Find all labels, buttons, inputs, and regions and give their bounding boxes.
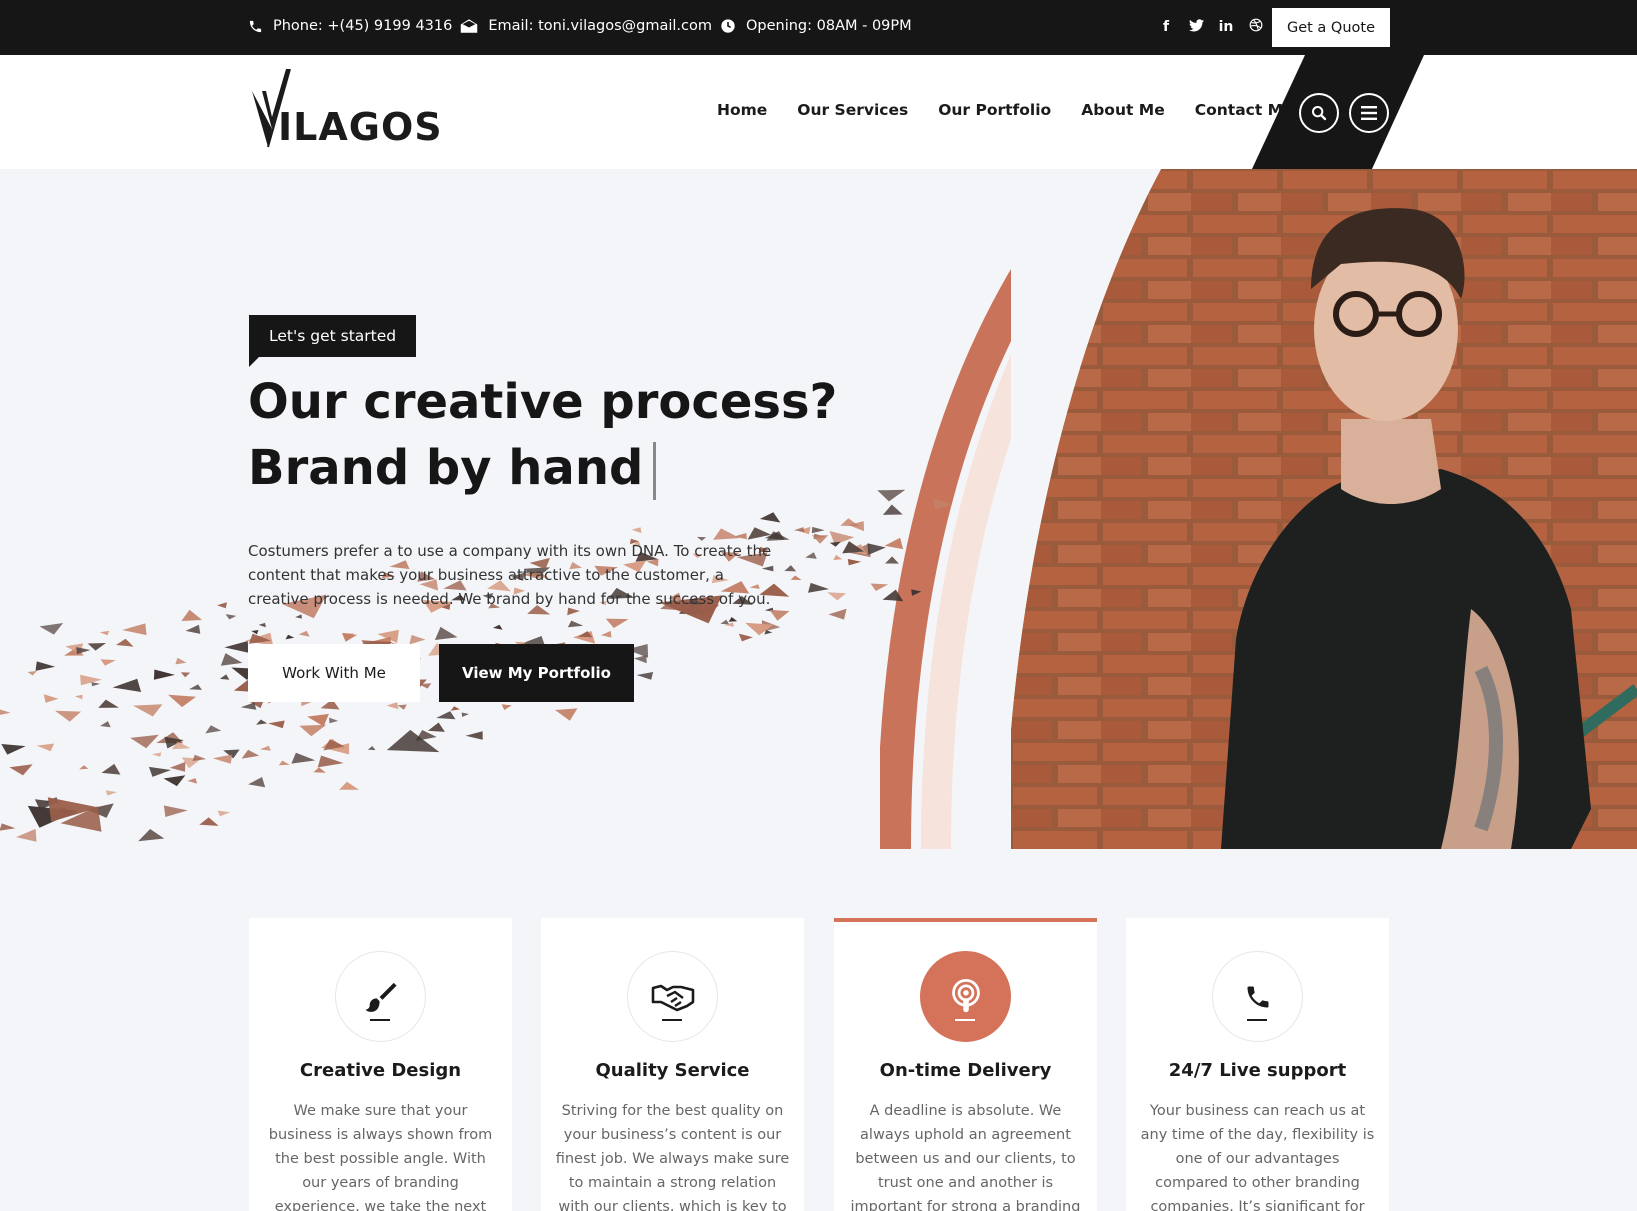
feature-title: Quality Service [595,1060,750,1081]
hero-title: Our creative process? Brand by hand [248,369,837,501]
top-bar: Phone: +(45) 9199 4316 Email: toni.vilag… [0,0,1637,55]
icon-underline [1247,1019,1267,1021]
search-button[interactable] [1299,93,1339,133]
feature-title: 24/7 Live support [1168,1060,1347,1081]
feature-icon-circle [335,951,426,1042]
logo[interactable]: ILAGOS [250,69,442,155]
feature-title: Creative Design [299,1060,462,1081]
hero-title-line2: Brand by hand [248,440,644,496]
feature-text: Striving for the best quality on your bu… [555,1103,790,1211]
handshake-icon [651,984,694,1011]
feature-text: We make sure that your business is alway… [268,1103,493,1211]
email-text: Email: toni.vilagos@gmail.com [488,18,712,34]
nav-about-me[interactable]: About Me [1081,101,1165,119]
feature-icon-circle [920,951,1011,1042]
nav-home[interactable]: Home [717,101,767,119]
dribbble-icon[interactable] [1248,18,1264,36]
menu-button[interactable] [1349,93,1389,133]
icon-underline [370,1019,390,1021]
view-portfolio-button[interactable]: View My Portfolio [439,644,634,702]
hero-badge: Let's get started [249,315,417,367]
feature-icon-circle [1212,951,1303,1042]
email-info: Email: toni.vilagos@gmail.com [460,18,712,34]
main-nav: Home Our Services Our Portfolio About Me… [717,101,1324,119]
phone-info: Phone: +(45) 9199 4316 [248,18,452,34]
typing-cursor [653,442,657,500]
feature-card-on-time-delivery: On-time Delivery A deadline is absolute.… [834,918,1097,1211]
paintbrush-icon [364,982,397,1012]
feature-text: A deadline is absolute. We always uphold… [850,1103,1081,1211]
hero-portrait-image [1011,169,1637,849]
logo-text: ILAGOS [278,105,443,149]
feature-icon-circle [627,951,718,1042]
nav-our-services[interactable]: Our Services [797,101,908,119]
icon-underline [955,1019,975,1021]
site-header: ILAGOS Home Our Services Our Portfolio A… [0,55,1637,169]
phone-icon [249,20,262,32]
phone-text: Phone: +(45) 9199 4316 [273,18,453,34]
feature-card-quality-service: Quality Service Striving for the best qu… [541,918,804,1211]
feature-card-live-support: 24/7 Live support Your business can reac… [1126,918,1389,1211]
hamburger-icon [1361,106,1377,120]
social-links: f in [1158,18,1278,36]
linkedin-icon[interactable]: in [1218,19,1234,35]
feature-card-creative-design: Creative Design We make sure that your b… [249,918,512,1211]
facebook-icon[interactable]: f [1158,19,1174,35]
phone-icon [1247,986,1268,1007]
opening-text: Opening: 08AM - 09PM [745,18,912,34]
feature-title: On-time Delivery [879,1060,1052,1081]
opening-info: Opening: 08AM - 09PM [720,18,912,34]
podcast-icon [951,978,980,1012]
feature-text: Your business can reach us at any time o… [1140,1103,1375,1211]
icon-underline [662,1019,682,1021]
hero-lead-text: Costumers prefer a to use a company with… [248,542,772,608]
contact-info: Phone: +(45) 9199 4316 Email: toni.vilag… [248,18,920,34]
envelope-icon [461,19,478,33]
nav-our-portfolio[interactable]: Our Portfolio [938,101,1051,119]
hero-section: Let's get started Our creative process? … [0,169,1637,849]
get-a-quote-button[interactable]: Get a Quote [1272,8,1390,47]
hero-title-line1: Our creative process? [248,374,838,430]
work-with-me-button[interactable]: Work With Me [248,644,420,702]
clock-icon [721,19,735,33]
twitter-icon[interactable] [1188,18,1204,36]
search-icon [1312,106,1327,121]
